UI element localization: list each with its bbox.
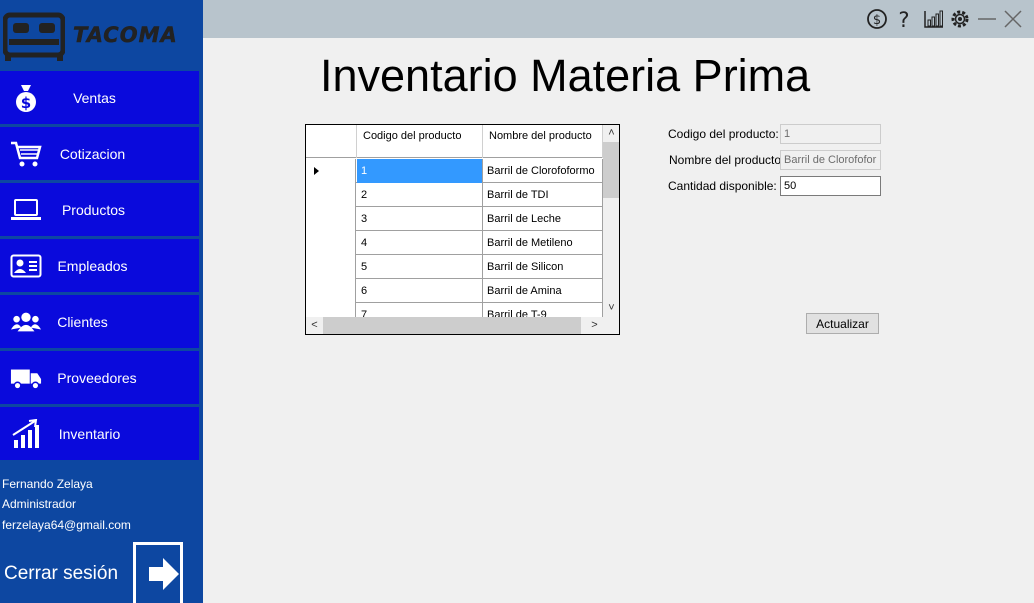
column-header-nombre[interactable]: Nombre del producto xyxy=(483,125,603,158)
dollar-icon[interactable]: $ xyxy=(866,8,888,30)
cell-nombre[interactable]: Barril de TDI xyxy=(483,183,603,207)
sidebar-item-label: Proveedores xyxy=(57,369,137,386)
cantidad-label: Cantidad disponible: xyxy=(668,179,777,193)
horizontal-scrollbar[interactable]: < > xyxy=(306,317,603,334)
products-grid[interactable]: Codigo del producto Nombre del producto … xyxy=(305,124,620,335)
row-selector[interactable] xyxy=(306,255,356,279)
row-selector[interactable] xyxy=(306,159,356,183)
vertical-scroll-thumb[interactable] xyxy=(603,142,619,198)
page-title: Inventario Materia Prima xyxy=(320,50,811,101)
sidebar-item-clientes[interactable]: Clientes xyxy=(0,295,199,348)
sidebar-item-empleados[interactable]: Empleados xyxy=(0,239,199,292)
logout-button[interactable] xyxy=(133,542,183,603)
sidebar-item-cotizacion[interactable]: Cotizacion xyxy=(0,127,199,180)
table-row[interactable]: 5 Barril de Silicon xyxy=(306,255,603,279)
scroll-up-icon[interactable]: ˄ xyxy=(603,125,619,142)
user-email: ferzelaya64@gmail.com xyxy=(2,518,131,532)
svg-text:$: $ xyxy=(873,13,881,28)
scrollbar-corner xyxy=(603,317,619,334)
cell-nombre[interactable]: Barril de Silicon xyxy=(483,255,603,279)
grid-header: Codigo del producto Nombre del producto xyxy=(306,125,603,158)
cell-nombre[interactable]: Barril de Amina xyxy=(483,279,603,303)
grid-body: Codigo del producto Nombre del producto … xyxy=(306,125,603,327)
sidebar-item-label: Clientes xyxy=(57,313,108,330)
bed-logo-icon xyxy=(3,12,65,61)
cell-nombre[interactable]: Barril de Clorofoformo xyxy=(483,159,603,183)
table-row[interactable]: 1 Barril de Clorofoformo xyxy=(306,159,603,183)
cell-codigo[interactable]: 4 xyxy=(357,231,483,255)
minimize-icon[interactable] xyxy=(976,8,998,30)
cell-codigo[interactable]: 5 xyxy=(357,255,483,279)
table-row[interactable]: 3 Barril de Leche xyxy=(306,207,603,231)
row-selector[interactable] xyxy=(306,231,356,255)
scroll-right-icon[interactable]: > xyxy=(586,317,603,334)
logout-label[interactable]: Cerrar sesión xyxy=(4,563,118,585)
cell-codigo[interactable]: 2 xyxy=(357,183,483,207)
vertical-scrollbar[interactable]: ˄ ˅ xyxy=(603,125,619,317)
svg-text:?: ? xyxy=(898,8,909,30)
codigo-field[interactable] xyxy=(780,124,881,144)
sidebar-item-label: Cotizacion xyxy=(59,145,126,162)
cell-codigo[interactable]: 3 xyxy=(357,207,483,231)
cell-nombre[interactable]: Barril de Leche xyxy=(483,207,603,231)
sidebar-item-label: Inventario xyxy=(58,425,121,442)
nombre-label: Nombre del producto: xyxy=(669,153,785,167)
table-row[interactable]: 2 Barril de TDI xyxy=(306,183,603,207)
logout-arrow-icon xyxy=(149,558,179,590)
scroll-down-icon[interactable]: ˅ xyxy=(603,300,619,317)
brand-name: TACOMA xyxy=(73,23,178,48)
column-header-codigo[interactable]: Codigo del producto xyxy=(357,125,483,158)
cantidad-field[interactable] xyxy=(780,176,881,196)
user-role: Administrador xyxy=(2,497,77,511)
row-selector[interactable] xyxy=(306,207,356,231)
grid-corner-header xyxy=(306,125,357,158)
help-icon[interactable]: ? xyxy=(893,8,915,30)
settings-icon[interactable] xyxy=(949,8,971,30)
sidebar-item-productos[interactable]: Productos xyxy=(0,183,199,236)
row-selector[interactable] xyxy=(306,279,356,303)
report-icon[interactable] xyxy=(923,8,945,30)
nombre-field[interactable] xyxy=(780,150,881,170)
table-row[interactable]: 6 Barril de Amina xyxy=(306,279,603,303)
table-row[interactable]: 4 Barril de Metileno xyxy=(306,231,603,255)
sidebar-item-proveedores[interactable]: Proveedores xyxy=(0,351,199,404)
horizontal-scroll-thumb[interactable] xyxy=(323,317,581,334)
sidebar-item-label: Productos xyxy=(61,201,126,218)
update-button[interactable]: Actualizar xyxy=(806,313,879,334)
sidebar-item-ventas[interactable]: $ Ventas xyxy=(0,71,199,124)
close-icon[interactable] xyxy=(1002,8,1024,30)
codigo-label: Codigo del producto: xyxy=(668,127,779,141)
row-selector[interactable] xyxy=(306,183,356,207)
row-pointer-icon xyxy=(314,167,319,175)
sidebar: TACOMA $ Ventas Cotizacion Productos Emp… xyxy=(0,0,203,603)
sidebar-item-label: Empleados xyxy=(57,257,128,274)
cell-nombre[interactable]: Barril de Metileno xyxy=(483,231,603,255)
sidebar-item-label: Ventas xyxy=(73,89,116,106)
sidebar-item-inventario[interactable]: Inventario xyxy=(0,407,199,460)
cell-codigo[interactable]: 1 xyxy=(357,159,483,183)
scroll-left-icon[interactable]: < xyxy=(306,317,323,334)
user-name: Fernando Zelaya xyxy=(2,477,93,491)
cell-codigo[interactable]: 6 xyxy=(357,279,483,303)
brand-logo: TACOMA xyxy=(0,0,203,70)
